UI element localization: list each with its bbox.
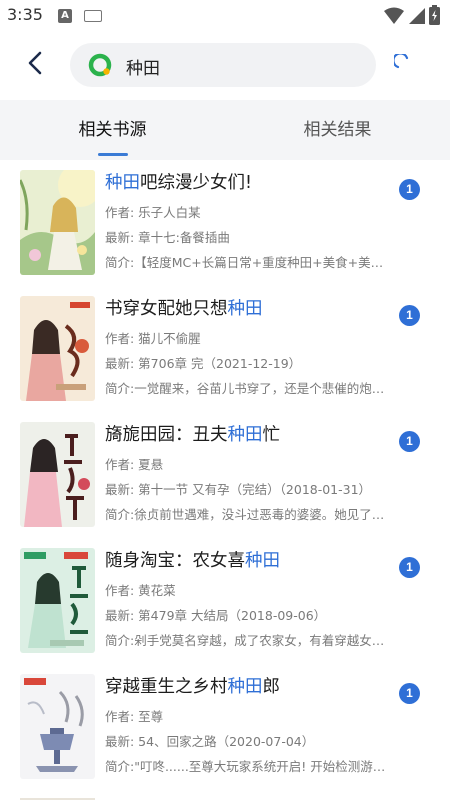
source-count-badge: 1: [399, 179, 420, 200]
source-count-badge: 1: [399, 683, 420, 704]
book-intro: 简介:"叮咚......至尊大玩家系统开启! 开始检测游戏...: [105, 759, 395, 774]
loading-spinner-icon: [394, 54, 409, 69]
search-header: 种田: [0, 32, 450, 100]
book-cover: [20, 674, 95, 779]
book-latest-chapter: 最新: 第706章 完（2021-12-19）: [105, 356, 302, 371]
book-title: 种田吧综漫少女们!: [105, 173, 253, 193]
status-time: 3:35: [7, 5, 43, 24]
title-highlight: 种田: [227, 425, 263, 445]
book-author: 作者: 乐子人白某: [105, 205, 201, 220]
book-title: 书穿女配她只想种田: [105, 299, 263, 319]
keyboard-icon: [84, 10, 102, 22]
book-intro: 简介:【轻度MC+长篇日常+重度种田+美食+美少女...: [105, 255, 395, 270]
book-author: 作者: 黄花菜: [105, 583, 176, 598]
source-count-badge: 1: [399, 305, 420, 326]
book-latest-chapter: 最新: 54、回家之路（2020-07-04）: [105, 734, 315, 749]
list-item[interactable]: 书穿女配她只想种田 作者: 猫儿不偷腥 最新: 第706章 完（2021-12-…: [0, 286, 450, 412]
book-cover: [20, 422, 95, 527]
source-count-badge: 1: [399, 557, 420, 578]
book-latest-chapter: 最新: 第十一节 又有孕（完结）（2018-01-31）: [105, 482, 372, 497]
book-intro: 简介:剁手党莫名穿越，成了农家女，有着穿越女主...: [105, 633, 395, 648]
book-title: 旖旎田园：丑夫种田忙: [105, 425, 280, 445]
search-input[interactable]: 种田: [70, 43, 376, 87]
signal-icon: [409, 8, 425, 24]
search-query-text: 种田: [126, 59, 160, 79]
tab-related-results[interactable]: 相关结果: [225, 100, 450, 160]
book-cover: [20, 170, 95, 275]
book-title: 随身淘宝：农女喜种田: [105, 551, 280, 571]
battery-icon: [429, 5, 440, 25]
book-title: 穿越重生之乡村种田郎: [105, 677, 280, 697]
title-highlight: 种田: [227, 299, 263, 319]
tab-bar: 相关书源 相关结果: [0, 100, 450, 160]
tab-book-sources[interactable]: 相关书源: [0, 100, 225, 160]
title-highlight: 种田: [105, 173, 140, 193]
wifi-icon: [384, 7, 404, 24]
book-author: 作者: 夏悬: [105, 457, 164, 472]
book-cover: [20, 296, 95, 401]
source-count-badge: 1: [399, 431, 420, 452]
book-intro: 简介:徐贞前世遇难，没斗过恶毒的婆婆。她见了全...: [105, 507, 395, 522]
list-item[interactable]: 种田吧综漫少女们! 作者: 乐子人白某 最新: 章十七:备餐插曲 简介:【轻度M…: [0, 160, 450, 286]
book-intro: 简介:一觉醒来，谷苗儿书穿了，还是个悲催的炮灰...: [105, 381, 395, 396]
status-bar: 3:35 A: [0, 0, 450, 32]
list-item[interactable]: 穿越重生之乡村种田郎 作者: 至尊 最新: 54、回家之路（2020-07-04…: [0, 664, 450, 790]
book-author: 作者: 至尊: [105, 709, 164, 724]
book-author: 作者: 猫儿不偷腥: [105, 331, 201, 346]
book-cover: [20, 548, 95, 653]
list-item[interactable]: 随身淘宝：农女喜种田 作者: 黄花菜 最新: 第479章 大结局（2018-09…: [0, 538, 450, 664]
title-highlight: 种田: [227, 677, 263, 697]
next-list-item-partial: [20, 798, 95, 800]
book-latest-chapter: 最新: 第479章 大结局（2018-09-06）: [105, 608, 327, 623]
notification-a-icon: A: [58, 9, 72, 23]
tab-indicator: [98, 153, 128, 156]
book-list[interactable]: 种田吧综漫少女们! 作者: 乐子人白某 最新: 章十七:备餐插曲 简介:【轻度M…: [0, 160, 450, 800]
back-arrow-icon[interactable]: [20, 46, 50, 80]
app-logo-icon: [88, 53, 112, 77]
list-item[interactable]: 旖旎田园：丑夫种田忙 作者: 夏悬 最新: 第十一节 又有孕（完结）（2018-…: [0, 412, 450, 538]
title-highlight: 种田: [245, 551, 280, 571]
book-latest-chapter: 最新: 章十七:备餐插曲: [105, 230, 230, 245]
